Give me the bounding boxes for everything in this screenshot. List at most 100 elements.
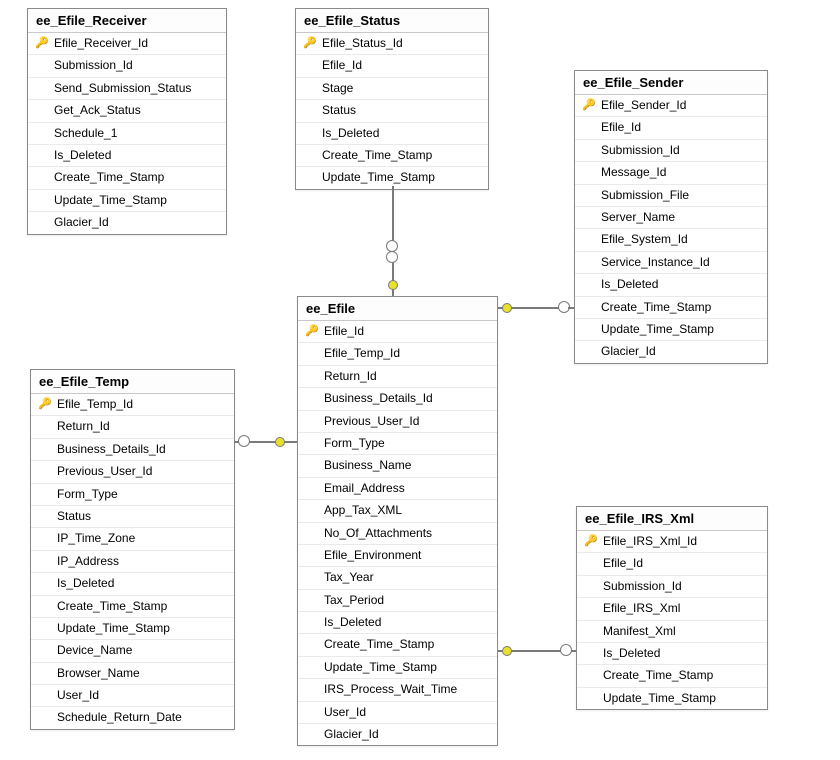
table-rows: 🔑Efile_Temp_IdReturn_IdBusiness_Details_… [31,394,234,729]
table-column: Create_Time_Stamp [298,634,497,656]
table-column: Is_Deleted [31,573,234,595]
table-rows: 🔑Efile_IRS_Xml_Id Efile_Id Submission_Id Ef… [577,531,767,709]
table-rows: 🔑Efile_Status_Id Efile_Id Stage Status Is_De… [296,33,488,189]
key-end-icon [388,280,398,290]
column-name: No_Of_Attachments [324,525,432,542]
column-name: User_Id [57,687,99,704]
primary-key-icon: 🔑 [37,397,53,413]
table-column: Efile_IRS_Xml [577,598,767,620]
column-name: Update_Time_Stamp [57,620,170,637]
table-title: ee_Efile_Sender [575,71,767,95]
table-column: Schedule_1 [28,123,226,145]
table-column: Send_Submission_Status [28,78,226,100]
column-name: Schedule_1 [54,125,117,142]
primary-key-icon: 🔑 [304,324,320,340]
key-end-icon [275,437,285,447]
column-name: Form_Type [324,435,385,452]
column-name: Business_Details_Id [57,441,166,458]
table-column: Submission_Id [28,55,226,77]
table-column: Efile_Id [575,117,767,139]
column-name: Efile_IRS_Xml_Id [603,533,697,550]
table-column: Status [31,506,234,528]
column-name: Is_Deleted [54,147,111,164]
table-column: Form_Type [298,433,497,455]
column-name: Previous_User_Id [57,463,152,480]
cardinality-one-icon [560,644,572,656]
table-ee-efile-sender: ee_Efile_Sender 🔑Efile_Sender_IdEfile_Id… [574,70,768,364]
table-column: Status [296,100,488,122]
column-name: Return_Id [324,368,377,385]
column-name: Create_Time_Stamp [324,636,434,653]
column-name: Is_Deleted [601,276,658,293]
table-column: IP_Address [31,551,234,573]
table-column: Glacier_Id [298,724,497,745]
column-name: Status [322,102,356,119]
table-column: Return_Id [298,366,497,388]
table-column: Is_Deleted [28,145,226,167]
table-column: Message_Id [575,162,767,184]
table-column: Efile_System_Id [575,229,767,251]
column-name: Efile_Environment [324,547,421,564]
column-name: Message_Id [601,164,666,181]
column-name: Efile_Id [322,57,362,74]
table-ee-efile-temp: ee_Efile_Temp 🔑Efile_Temp_IdReturn_IdBus… [30,369,235,730]
column-name: Send_Submission_Status [54,80,191,97]
column-name: Update_Time_Stamp [603,690,716,707]
column-name: Efile_Temp_Id [324,345,400,362]
table-column: Is_Deleted [577,643,767,665]
table-column: Server_Name [575,207,767,229]
column-name: Schedule_Return_Date [57,709,182,726]
table-column: Create_Time_Stamp [296,145,488,167]
key-end-icon [502,303,512,313]
key-end-icon [502,646,512,656]
cardinality-one-icon [386,251,398,263]
table-column: Update_Time_Stamp [28,190,226,212]
table-column: Update_Time_Stamp [575,319,767,341]
column-name: Stage [322,80,353,97]
column-name: IP_Address [57,553,119,570]
table-column: Business_Details_Id [31,439,234,461]
table-ee-efile: ee_Efile 🔑Efile_Id Efile_Temp_Id Return_Id… [297,296,498,746]
column-name: Submission_Id [603,578,682,595]
table-column: Efile_Temp_Id [298,343,497,365]
table-column: Create_Time_Stamp [28,167,226,189]
table-column: 🔑Efile_Id [298,321,497,343]
column-name: Return_Id [57,418,110,435]
table-column: Efile_Id [296,55,488,77]
column-name: App_Tax_XML [324,502,402,519]
column-name: Submission_Id [601,142,680,159]
table-column: Update_Time_Stamp [31,618,234,640]
column-name: Efile_System_Id [601,231,688,248]
table-title: ee_Efile [298,297,497,321]
table-ee-efile-status: ee_Efile_Status 🔑Efile_Status_IdEfile_Id… [295,8,489,190]
cardinality-one-icon [238,435,250,447]
column-name: Efile_Status_Id [322,35,403,52]
column-name: Efile_Receiver_Id [54,35,148,52]
table-column: Is_Deleted [298,612,497,634]
table-rows: 🔑Efile_IdEfile_Temp_IdReturn_IdBusiness_… [298,321,497,745]
table-column: Previous_User_Id [298,411,497,433]
column-name: Get_Ack_Status [54,102,141,119]
column-name: IRS_Process_Wait_Time [324,681,457,698]
column-name: Email_Address [324,480,405,497]
column-name: Server_Name [601,209,675,226]
table-column: Efile_Environment [298,545,497,567]
table-column: Is_Deleted [296,123,488,145]
table-column: Update_Time_Stamp [298,657,497,679]
column-name: Is_Deleted [603,645,660,662]
column-name: Efile_Id [603,555,643,572]
table-column: IRS_Process_Wait_Time [298,679,497,701]
table-column: 🔑Efile_Status_Id [296,33,488,55]
table-column: Submission_Id [575,140,767,162]
column-name: Glacier_Id [324,726,379,743]
table-column: Is_Deleted [575,274,767,296]
table-column: Update_Time_Stamp [577,688,767,709]
column-name: Form_Type [57,486,118,503]
primary-key-icon: 🔑 [34,36,50,52]
table-rows: 🔑Efile_Sender_IdEfile_IdSubmission_IdMes… [575,95,767,363]
column-name: Tax_Year [324,569,374,586]
column-name: Efile_Id [324,323,364,340]
table-column: Service_Instance_Id [575,252,767,274]
table-column: Device_Name [31,640,234,662]
primary-key-icon: 🔑 [583,534,599,550]
